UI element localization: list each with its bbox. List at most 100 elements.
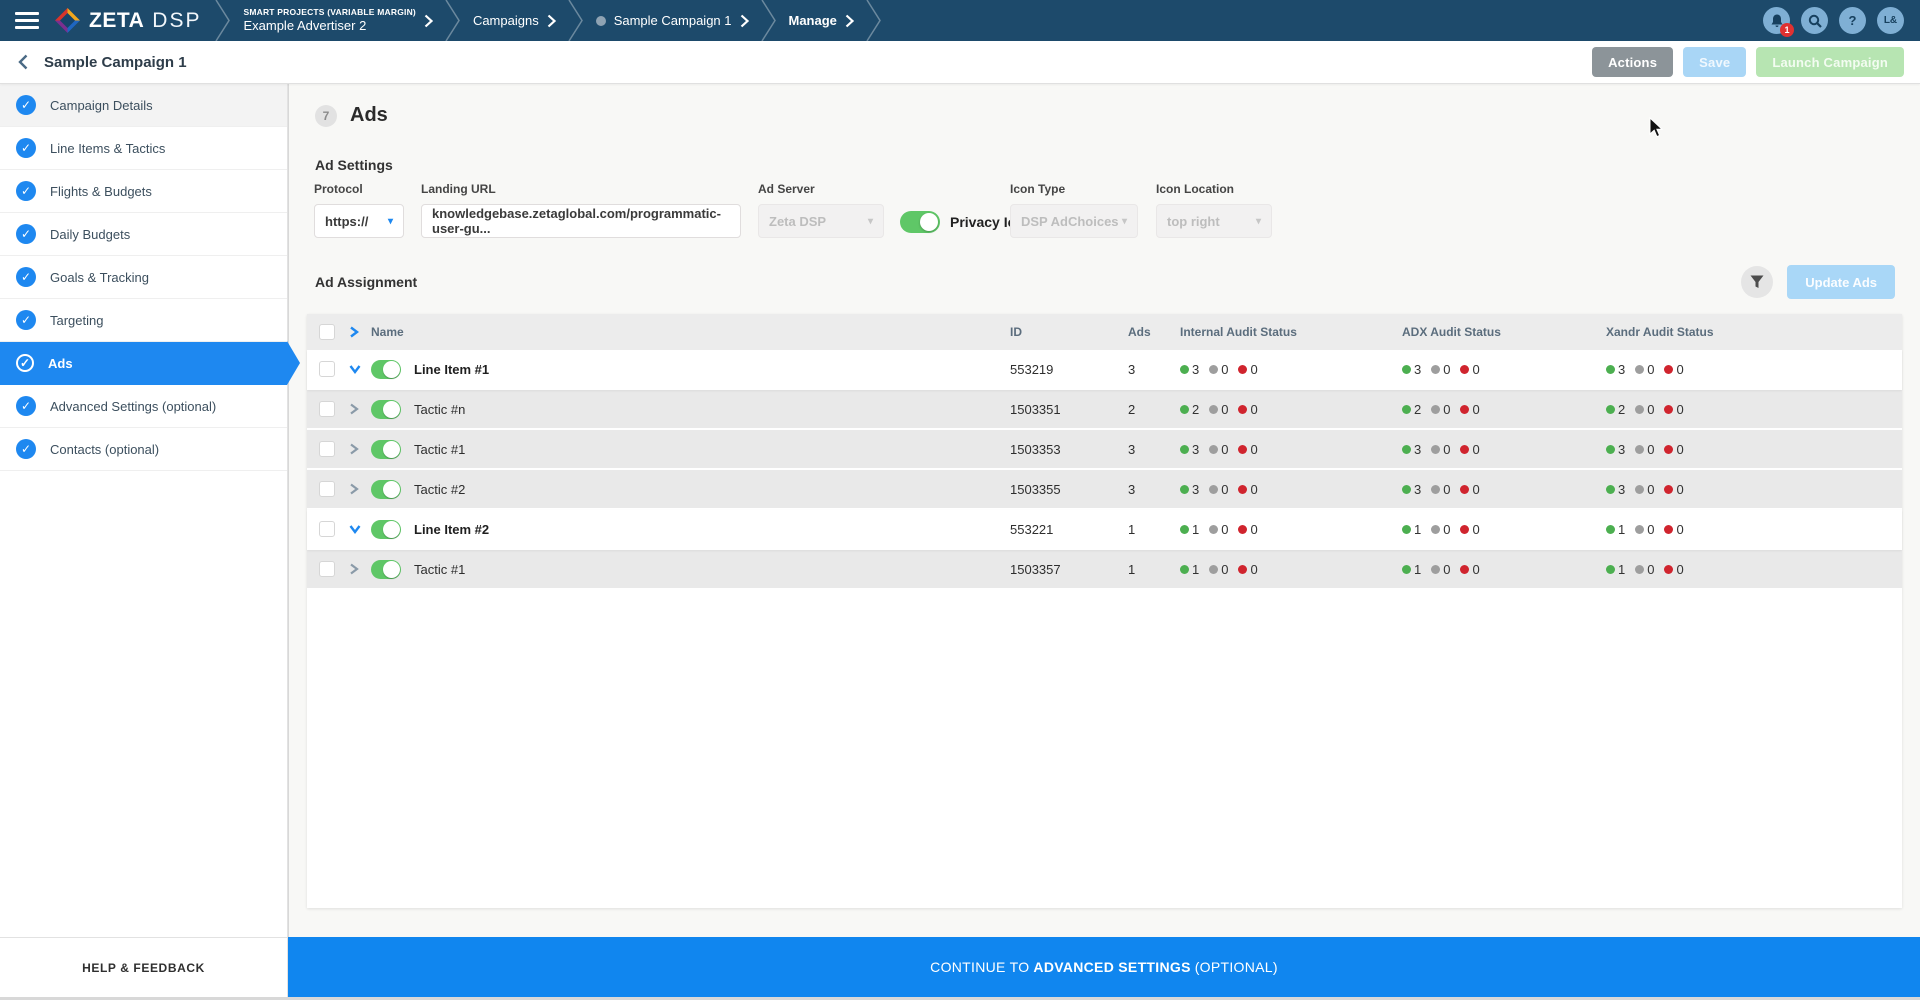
status-count: 2 bbox=[1402, 402, 1421, 417]
approved-dot-icon bbox=[1606, 404, 1615, 414]
row-enabled-toggle[interactable] bbox=[371, 559, 401, 579]
sidebar-item-daily-budgets[interactable]: ✓ Daily Budgets bbox=[0, 213, 287, 256]
header-buttons: Actions Save Launch Campaign bbox=[1592, 47, 1904, 77]
protocol-select[interactable]: https:// ▾ bbox=[314, 204, 404, 238]
notifications-button[interactable]: 1 bbox=[1763, 7, 1794, 37]
back-button[interactable] bbox=[18, 54, 28, 70]
update-ads-button[interactable]: Update Ads bbox=[1787, 265, 1895, 299]
chevron-right-icon bbox=[740, 14, 749, 28]
row-checkbox[interactable] bbox=[319, 361, 335, 377]
actions-button[interactable]: Actions bbox=[1592, 47, 1674, 77]
row-name: Tactic #1 bbox=[414, 561, 466, 577]
table-row[interactable]: Line Item #2 553221 1 100 100 100 bbox=[307, 510, 1902, 550]
column-header-ads[interactable]: Ads bbox=[1128, 325, 1180, 339]
pending-dot-icon bbox=[1431, 404, 1441, 414]
rejected-dot-icon bbox=[1238, 444, 1248, 454]
row-enabled-toggle[interactable] bbox=[371, 439, 401, 459]
status-count: 0 bbox=[1209, 402, 1228, 417]
sidebar-item-label: Campaign Details bbox=[50, 97, 153, 113]
sidebar-item-goals-tracking[interactable]: ✓ Goals & Tracking bbox=[0, 256, 287, 299]
breadcrumb-advertiser[interactable]: SMART PROJECTS (VARIABLE MARGIN) Example… bbox=[231, 7, 444, 34]
column-header-id[interactable]: ID bbox=[1010, 325, 1128, 339]
row-expand-chevron-icon[interactable] bbox=[349, 483, 371, 495]
help-button[interactable]: ? bbox=[1839, 7, 1866, 34]
checkmark-circle-icon: ✓ bbox=[16, 138, 36, 158]
internal-audit-status: 300 bbox=[1180, 442, 1402, 457]
row-enabled-toggle[interactable] bbox=[371, 359, 401, 379]
expand-all-chevron-icon[interactable] bbox=[349, 326, 371, 338]
status-count: 1 bbox=[1606, 562, 1625, 577]
table-row[interactable]: Tactic #2 1503355 3 300 300 300 bbox=[307, 470, 1902, 510]
sidebar-item-ads[interactable]: ✓ Ads bbox=[0, 342, 287, 385]
row-id: 1503357 bbox=[1010, 561, 1061, 577]
column-header-name[interactable]: Name bbox=[371, 325, 1010, 339]
row-expand-chevron-icon[interactable] bbox=[349, 524, 371, 534]
row-checkbox[interactable] bbox=[319, 401, 335, 417]
sidebar-item-flights-budgets[interactable]: ✓ Flights & Budgets bbox=[0, 170, 287, 213]
sidebar-item-advanced-settings-optional[interactable]: ✓ Advanced Settings (optional) bbox=[0, 385, 287, 428]
rejected-dot-icon bbox=[1460, 404, 1470, 414]
step-heading: 7 Ads bbox=[315, 104, 1920, 127]
pending-dot-icon bbox=[1635, 404, 1645, 414]
status-count: 2 bbox=[1180, 402, 1199, 417]
row-checkbox[interactable] bbox=[319, 481, 335, 497]
breadcrumb-advertiser-label: Example Advertiser 2 bbox=[243, 17, 367, 33]
filter-button[interactable] bbox=[1741, 266, 1774, 298]
privacy-icon-toggle[interactable] bbox=[900, 211, 940, 233]
pending-dot-icon bbox=[1431, 364, 1441, 374]
breadcrumb-campaign[interactable]: Sample Campaign 1 bbox=[584, 13, 761, 28]
status-count: 0 bbox=[1431, 482, 1450, 497]
row-expand-chevron-icon[interactable] bbox=[349, 364, 371, 374]
pending-dot-icon bbox=[1209, 444, 1219, 454]
sidebar-item-contacts-optional[interactable]: ✓ Contacts (optional) bbox=[0, 428, 287, 471]
rejected-dot-icon bbox=[1460, 524, 1470, 534]
user-avatar[interactable]: L& bbox=[1877, 7, 1904, 34]
breadcrumb-campaigns[interactable]: Campaigns bbox=[461, 13, 568, 28]
row-enabled-toggle[interactable] bbox=[371, 519, 401, 539]
table-row[interactable]: Tactic #n 1503351 2 200 200 200 bbox=[307, 390, 1902, 430]
icon-type-select: DSP AdChoices ▾ bbox=[1010, 204, 1138, 238]
breadcrumb-manage[interactable]: Manage bbox=[777, 13, 866, 28]
brand-name: ZETA bbox=[89, 8, 145, 32]
status-count: 0 bbox=[1635, 362, 1654, 377]
row-enabled-toggle[interactable] bbox=[371, 479, 401, 499]
continue-button[interactable]: CONTINUE TO ADVANCED SETTINGS (OPTIONAL) bbox=[288, 937, 1920, 997]
zeta-dsp-logo[interactable]: ZETA DSP bbox=[54, 7, 201, 34]
sidebar-item-line-items-tactics[interactable]: ✓ Line Items & Tactics bbox=[0, 127, 287, 170]
row-expand-chevron-icon[interactable] bbox=[349, 443, 371, 455]
row-checkbox[interactable] bbox=[319, 441, 335, 457]
row-expand-chevron-icon[interactable] bbox=[349, 563, 371, 575]
row-enabled-toggle[interactable] bbox=[371, 399, 401, 419]
checkmark-circle-icon: ✓ bbox=[16, 439, 36, 459]
save-button[interactable]: Save bbox=[1683, 47, 1747, 77]
hamburger-menu-icon[interactable] bbox=[0, 0, 54, 41]
table-row[interactable]: Tactic #1 1503357 1 100 100 100 bbox=[307, 550, 1902, 590]
sidebar-item-targeting[interactable]: ✓ Targeting bbox=[0, 299, 287, 342]
row-checkbox[interactable] bbox=[319, 561, 335, 577]
launch-campaign-button[interactable]: Launch Campaign bbox=[1756, 47, 1904, 77]
column-header-internal-audit[interactable]: Internal Audit Status bbox=[1180, 325, 1402, 339]
status-count: 0 bbox=[1209, 442, 1228, 457]
column-header-xandr-audit[interactable]: Xandr Audit Status bbox=[1606, 325, 1902, 339]
pending-dot-icon bbox=[1431, 524, 1441, 534]
select-all-checkbox[interactable] bbox=[319, 324, 335, 340]
breadcrumb-manage-label: Manage bbox=[788, 13, 837, 28]
icon-location-field: Icon Location top right ▾ bbox=[1156, 182, 1272, 238]
status-count: 0 bbox=[1460, 442, 1480, 457]
landing-url-input[interactable]: knowledgebase.zetaglobal.com/programmati… bbox=[421, 204, 741, 238]
internal-audit-status: 100 bbox=[1180, 522, 1402, 537]
sidebar-item-label: Advanced Settings (optional) bbox=[50, 398, 217, 414]
approved-dot-icon bbox=[1180, 364, 1189, 374]
row-checkbox[interactable] bbox=[319, 521, 335, 537]
help-feedback-button[interactable]: HELP & FEEDBACK bbox=[0, 937, 288, 997]
approved-dot-icon bbox=[1402, 524, 1411, 534]
table-row[interactable]: Tactic #1 1503353 3 300 300 300 bbox=[307, 430, 1902, 470]
table-row[interactable]: Line Item #1 553219 3 300 300 300 bbox=[307, 350, 1902, 390]
pending-dot-icon bbox=[1635, 444, 1645, 454]
column-header-adx-audit[interactable]: ADX Audit Status bbox=[1402, 325, 1606, 339]
chevron-left-icon bbox=[18, 54, 28, 70]
row-expand-chevron-icon[interactable] bbox=[349, 403, 371, 415]
ad-assignment-header: Ad Assignment Update Ads bbox=[315, 264, 1895, 300]
search-button[interactable] bbox=[1801, 7, 1828, 34]
sidebar-item-campaign-details[interactable]: ✓ Campaign Details bbox=[0, 84, 287, 127]
